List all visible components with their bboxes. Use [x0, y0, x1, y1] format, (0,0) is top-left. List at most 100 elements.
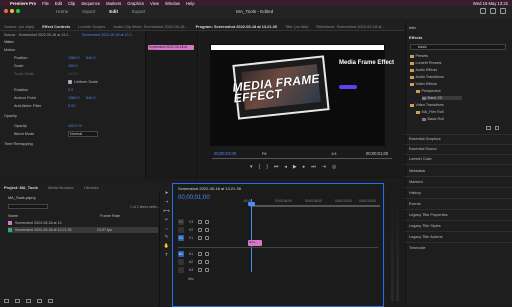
timeline-timecode[interactable]: 00;00;01;00 [178, 195, 210, 201]
program-timecode[interactable]: 00;00;01;00 [214, 151, 236, 156]
program-scrubber[interactable] [212, 158, 392, 160]
tree-item-video-effects[interactable]: Video Effects [410, 82, 437, 86]
lock-icon[interactable] [198, 267, 202, 272]
trash-icon[interactable] [48, 299, 53, 303]
tab-title[interactable]: Title: (no title) [285, 24, 308, 29]
panel-essential-graphics[interactable]: Essential Graphics [409, 137, 441, 141]
ec-row-blend-mode[interactable]: Blend Mode Normal [4, 130, 146, 137]
menu-markers[interactable]: Markers [106, 1, 121, 6]
zoom-window-button[interactable] [16, 9, 20, 13]
step-back-icon[interactable]: ⏮ [274, 164, 279, 170]
panel-markers[interactable]: Markers [409, 180, 423, 184]
step-forward-icon[interactable]: ⏭ [311, 164, 316, 170]
menu-clip[interactable]: Clip [68, 1, 75, 6]
panel-legacy-title-properties[interactable]: Legacy Title Properties [409, 213, 448, 217]
panel-timecode[interactable]: Timecode [409, 246, 426, 250]
fit-select[interactable]: Fit [262, 151, 266, 156]
razor-icon[interactable]: ✂ [165, 217, 169, 223]
sequence-clip-line[interactable]: Screenshot 2022-05-18 at 13.2... [82, 33, 135, 37]
lock-icon[interactable] [198, 251, 202, 256]
full-screen-icon[interactable] [500, 8, 506, 14]
ec-row-scale[interactable]: Scale 100.0 [4, 62, 146, 69]
effect-controls-clip[interactable]: Screenshot 2022-05-18 at 13.2... [148, 45, 194, 53]
tree-item-basic-roll[interactable]: Basic Roll [422, 117, 444, 121]
menu-window[interactable]: Window [165, 1, 180, 6]
tab-lumetri-scopes[interactable]: Lumetri Scopes [78, 24, 105, 29]
tab-audio-clip-mixer[interactable]: Audio Clip Mixer: Screenshot 2022-05-18.… [113, 24, 187, 29]
icon-view-icon[interactable] [26, 299, 31, 303]
playhead-handle[interactable] [248, 202, 255, 206]
track-header-v2[interactable]: V2 [178, 226, 378, 233]
out-point-icon[interactable]: } [266, 164, 268, 170]
panel-legacy-title-styles[interactable]: Legacy Title Styles [409, 224, 441, 228]
ec-row-position[interactable]: Position 1280.0 640.0 [4, 54, 146, 61]
workspace-icon[interactable] [490, 8, 496, 14]
app-menu[interactable]: Premiere Pro [10, 1, 36, 6]
ec-row-motion[interactable]: Motion [4, 46, 146, 53]
lock-icon[interactable] [198, 235, 202, 240]
ripple-edit-icon[interactable]: ⟷ [163, 208, 169, 214]
tab-source[interactable]: Source: (no clips) [4, 24, 34, 29]
blend-mode-select[interactable]: Normal [68, 130, 98, 137]
track-header-mix[interactable]: Mix [178, 275, 378, 282]
tree-item-basic-3d[interactable]: Basic 3D [422, 96, 462, 100]
track-header-a2[interactable]: A2 [178, 258, 378, 265]
ec-row-opacity-header[interactable]: Opacity [4, 112, 146, 119]
delete-icon[interactable] [495, 126, 499, 130]
list-view-icon[interactable] [15, 299, 20, 303]
tree-item-audio-transitions[interactable]: Audio Transitions [410, 75, 444, 79]
pen-icon[interactable]: ✎ [165, 234, 169, 240]
ec-row-uniform-scale[interactable]: Uniform Scale [4, 78, 146, 85]
mute-icon[interactable] [205, 259, 209, 264]
panel-legacy-title-actions[interactable]: Legacy Title Actions [409, 235, 443, 239]
frame-back-icon[interactable]: ◂ [284, 164, 287, 170]
effects-search-input[interactable]: basic [410, 44, 506, 50]
tab-import[interactable]: Import [82, 9, 95, 14]
effects-title[interactable]: Effects [409, 35, 422, 40]
tab-program[interactable]: Program: Screenshot 2022-05-18 at 13.21.… [196, 24, 277, 29]
uniform-scale-checkbox[interactable] [68, 79, 72, 84]
track-header-a1[interactable]: A1 A1 [178, 250, 378, 257]
panel-metadata[interactable]: Metadata [409, 169, 425, 173]
info-tab[interactable]: Info [409, 25, 416, 30]
tab-edit[interactable]: Edit [109, 9, 118, 14]
panel-events[interactable]: Events [409, 202, 421, 206]
lock-icon[interactable] [198, 259, 202, 264]
ec-row-time-remapping[interactable]: Time Remapping [4, 140, 146, 147]
tab-libraries[interactable]: Libraries [84, 185, 99, 190]
column-frame-rate[interactable]: Frame Rate [100, 214, 120, 218]
panel-lumetri-color[interactable]: Lumetri Color [409, 157, 432, 161]
project-row[interactable]: Screenshot 2022-05-18 at 13.21.39 23.97 … [8, 227, 158, 233]
quick-export-icon[interactable] [480, 8, 486, 14]
work-area-bar[interactable] [250, 205, 380, 207]
tab-reference[interactable]: Reference: Screenshot 2022-05-18 at... [316, 24, 384, 29]
marker-icon[interactable]: ▾ [250, 164, 253, 170]
tree-item-ma-film-roll[interactable]: MA_Film Roll [416, 110, 443, 114]
project-search-input[interactable] [8, 204, 48, 209]
in-point-icon[interactable]: { [259, 164, 261, 170]
timeline-clip[interactable]: Scre [248, 240, 262, 246]
menu-edit[interactable]: Edit [55, 1, 62, 6]
insert-icon[interactable]: ⇥ [322, 164, 326, 170]
type-icon[interactable]: T [165, 252, 168, 257]
frame-forward-icon[interactable]: ▸ [303, 164, 306, 170]
tree-item-perspective[interactable]: Perspective [416, 89, 441, 93]
tree-item-presets[interactable]: Presets [410, 54, 428, 58]
play-icon[interactable]: ▶ [293, 164, 297, 170]
menu-sequence[interactable]: Sequence [81, 1, 100, 6]
selection-tool-icon[interactable]: ➤ [165, 190, 169, 196]
mute-icon[interactable] [205, 251, 209, 256]
eye-icon[interactable] [205, 227, 209, 232]
track-header-v3[interactable]: V1 V3 [178, 218, 378, 225]
menu-help[interactable]: Help [186, 1, 195, 6]
lock-icon[interactable] [198, 227, 202, 232]
menu-view[interactable]: View [150, 1, 159, 6]
sequence-tab[interactable]: Screenshot 2022-05-18 at 13.21.39 [178, 186, 241, 191]
menu-graphics[interactable]: Graphics [127, 1, 144, 6]
ec-row-opacity[interactable]: Opacity 100.0 % [4, 122, 146, 129]
track-select-icon[interactable]: ⇢ [165, 199, 169, 205]
minimize-window-button[interactable] [10, 9, 14, 13]
tab-project[interactable]: Project: MA_Tools [4, 185, 38, 190]
resolution-select[interactable]: 1/4 [331, 151, 337, 156]
export-frame-icon[interactable]: ◎ [332, 164, 336, 170]
